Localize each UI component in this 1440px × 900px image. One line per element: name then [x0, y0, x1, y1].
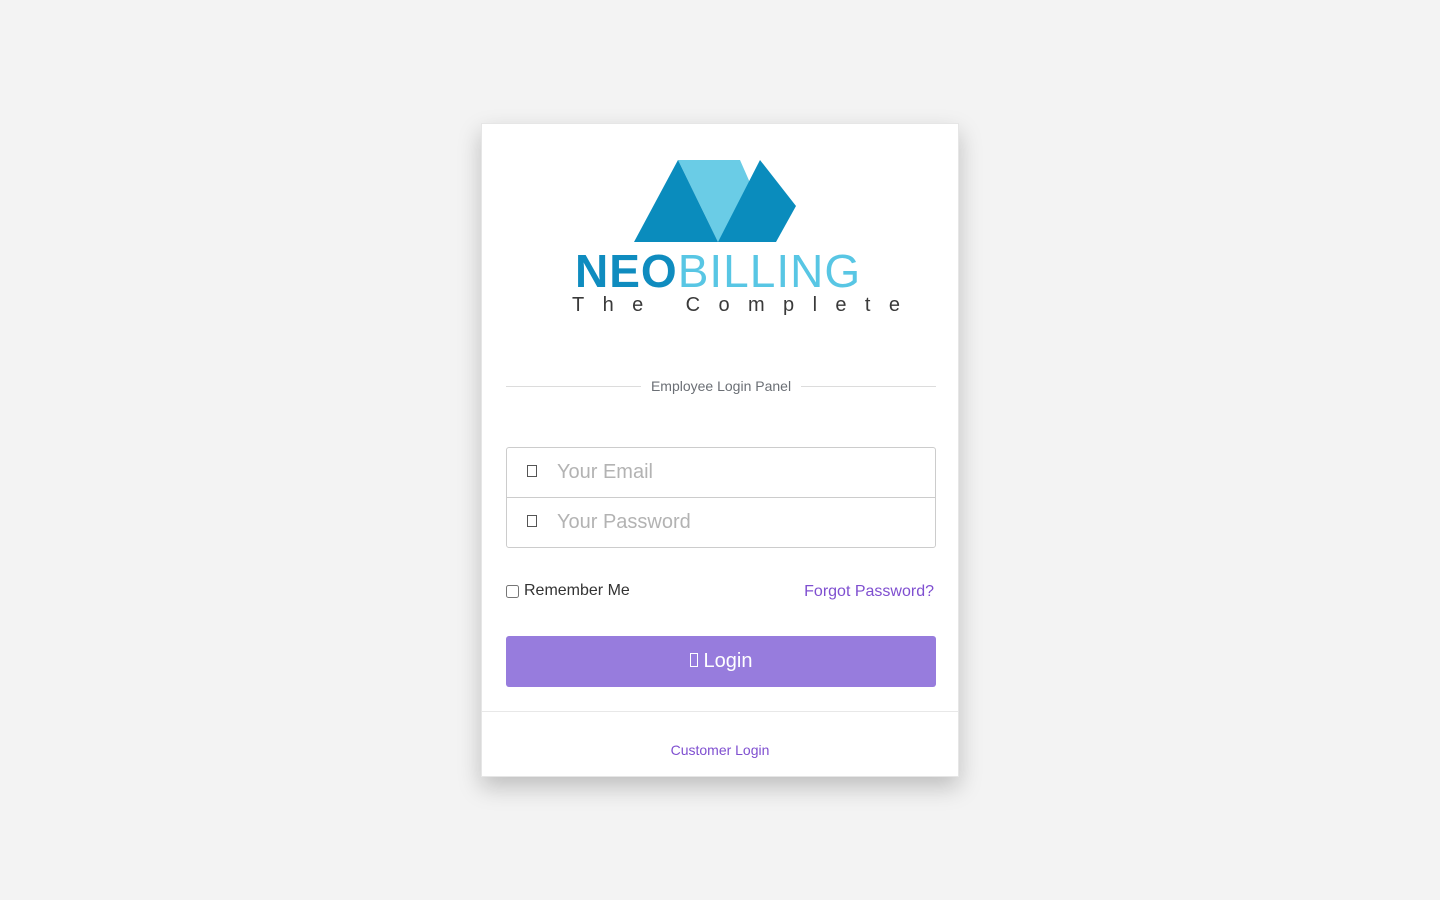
panel-title-divider: Employee Login Panel	[506, 374, 937, 398]
user-icon	[507, 465, 557, 480]
logo-wordmark: NEOBILLING	[575, 245, 861, 297]
customer-login-link[interactable]: Customer Login	[482, 742, 958, 758]
email-row	[507, 448, 935, 497]
panel-title: Employee Login Panel	[650, 378, 792, 394]
logo-neo-text: NEO	[575, 245, 678, 297]
remember-me-label: Remember Me	[524, 582, 630, 599]
login-button[interactable]: Login	[506, 636, 936, 687]
footer-divider	[482, 711, 958, 712]
login-fields	[506, 447, 936, 548]
divider-line-right	[801, 385, 937, 387]
logo-mark-icon	[634, 160, 796, 242]
password-row	[507, 497, 935, 547]
remember-me[interactable]: Remember Me	[506, 582, 630, 600]
logo-billing-text: BILLING	[677, 245, 862, 297]
unlock-icon	[689, 652, 698, 671]
divider-line-left	[506, 385, 641, 387]
forgot-password-link[interactable]: Forgot Password?	[804, 582, 934, 602]
logo-tagline: The Complete	[572, 294, 919, 316]
login-button-label: Login	[703, 650, 753, 672]
key-icon	[507, 515, 557, 530]
email-field[interactable]	[557, 452, 917, 493]
password-field[interactable]	[557, 502, 917, 543]
remember-me-checkbox[interactable]	[506, 584, 519, 598]
brand-logo: NEOBILLING The Complete	[482, 160, 958, 320]
login-card: NEOBILLING The Complete Employee Login P…	[481, 123, 959, 777]
